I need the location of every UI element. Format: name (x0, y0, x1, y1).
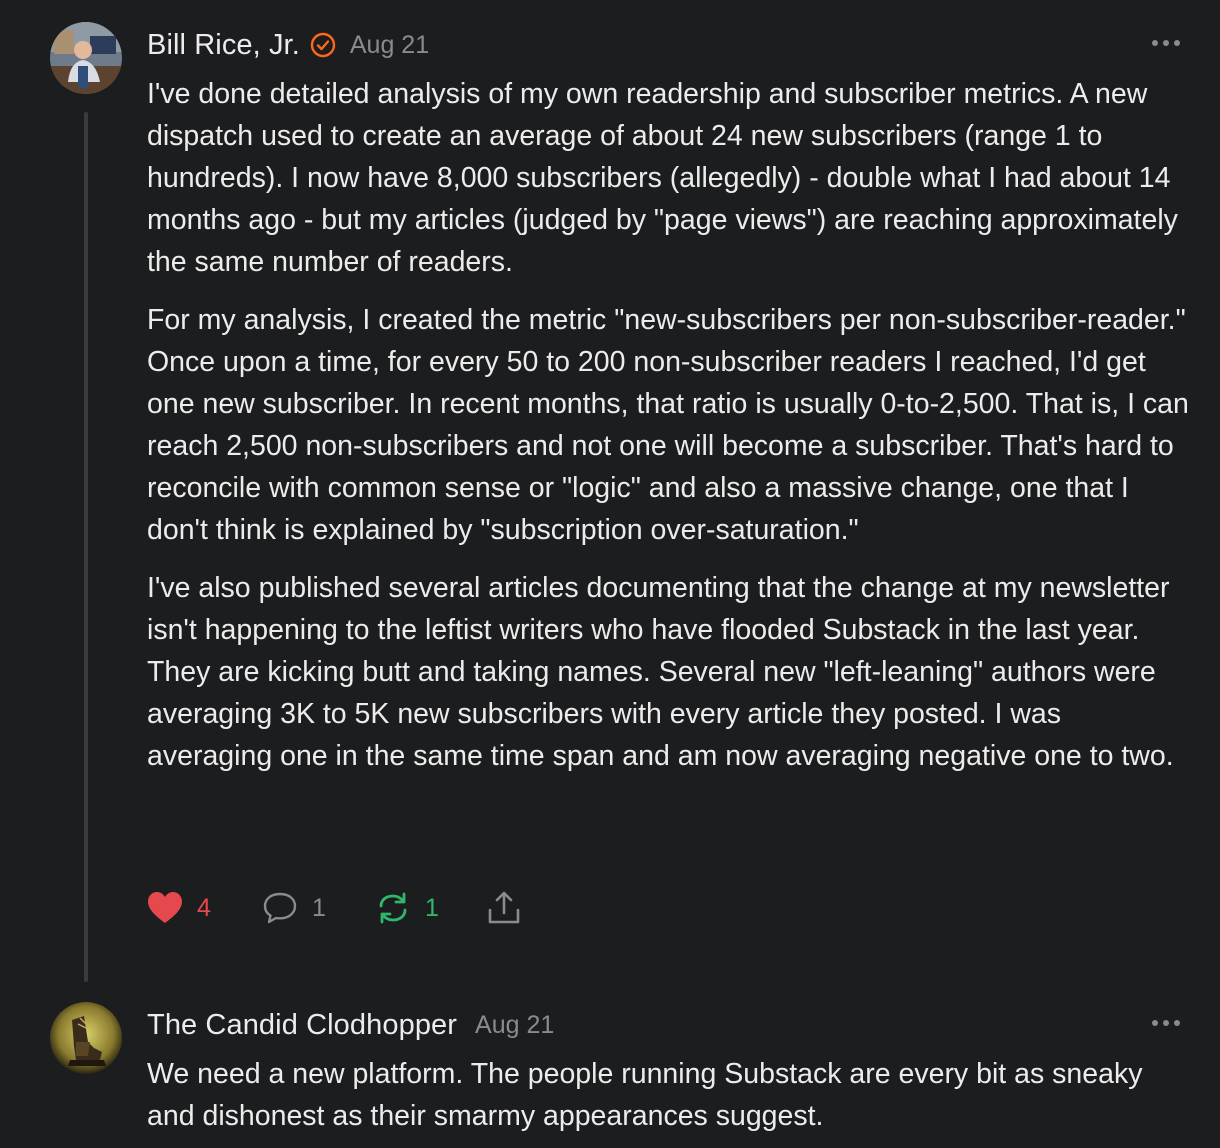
more-dots-icon[interactable] (1150, 1018, 1182, 1028)
comment-header: The Candid Clodhopper Aug 21 (147, 1006, 554, 1044)
comment-paragraph: I've done detailed analysis of my own re… (147, 78, 1178, 278)
more-dots-icon[interactable] (1150, 38, 1182, 48)
reply-button[interactable]: 1 (262, 888, 326, 928)
reply-count: 1 (312, 893, 326, 922)
verified-check-icon (310, 32, 336, 58)
comment-paragraph: I've also published several articles doc… (147, 572, 1174, 772)
author-name[interactable]: Bill Rice, Jr. (147, 29, 300, 62)
comment-header: Bill Rice, Jr. Aug 21 (147, 26, 429, 64)
comment-paragraph: We need a new platform. The people runni… (147, 1058, 1143, 1132)
comment-date[interactable]: Aug 21 (350, 31, 429, 60)
share-icon (488, 891, 520, 924)
like-button[interactable]: 4 (147, 888, 211, 928)
restack-button[interactable]: 1 (375, 888, 439, 928)
comment-body: I've done detailed analysis of my own re… (147, 73, 1192, 793)
avatar[interactable] (50, 1002, 122, 1074)
comment-paragraph: For my analysis, I created the metric "n… (147, 304, 1189, 546)
share-button[interactable] (487, 888, 521, 928)
comment: Bill Rice, Jr. Aug 21 I've done detailed… (0, 0, 1220, 990)
heart-icon (148, 892, 182, 923)
author-name[interactable]: The Candid Clodhopper (147, 1009, 457, 1042)
like-count: 4 (197, 893, 211, 922)
avatar[interactable] (50, 22, 122, 94)
restack-count: 1 (425, 893, 439, 922)
comment: The Candid Clodhopper Aug 21 We need a n… (0, 990, 1220, 1148)
restack-arrows-icon (379, 892, 407, 924)
comment-body: We need a new platform. The people runni… (147, 1053, 1192, 1148)
speech-bubble-icon (263, 892, 297, 924)
comment-actions: 4 1 1 (147, 888, 547, 928)
comment-date[interactable]: Aug 21 (475, 1011, 554, 1040)
thread-line (84, 112, 88, 982)
